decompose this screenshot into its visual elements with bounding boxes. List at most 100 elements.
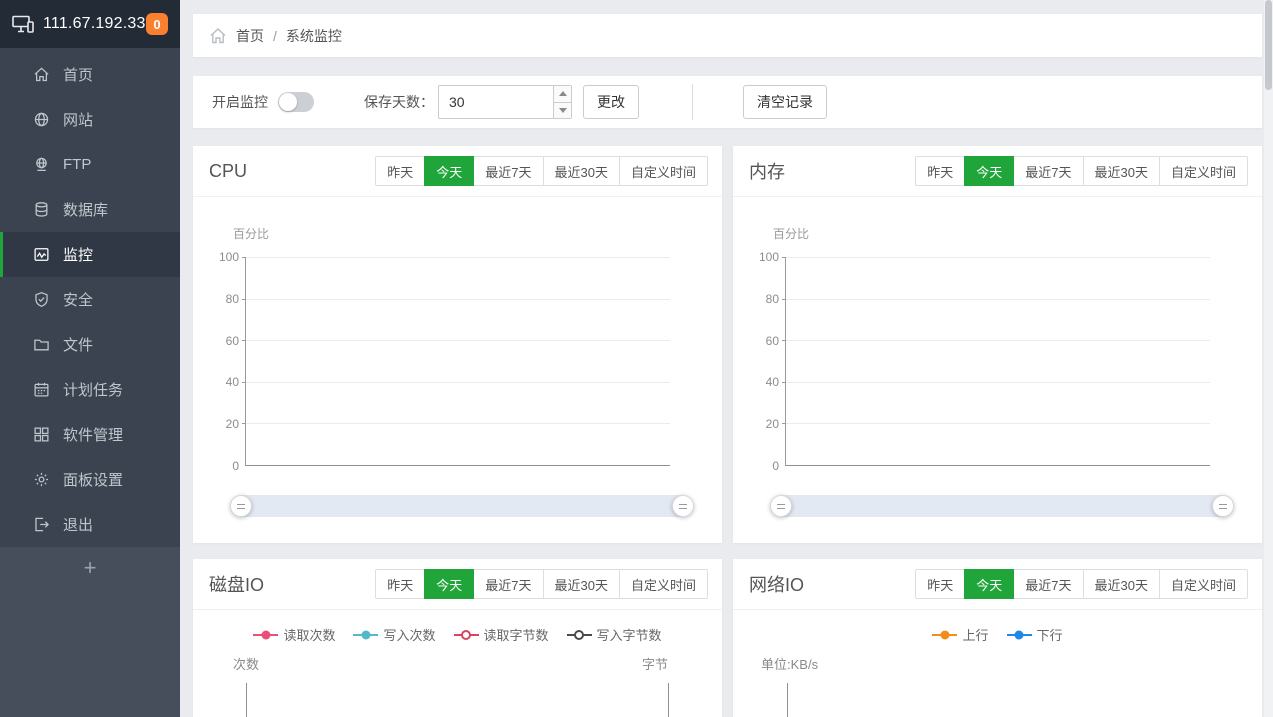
- apps-icon: [33, 426, 50, 443]
- sidebar-item-monitor[interactable]: 监控: [0, 232, 180, 277]
- sidebar-item-settings[interactable]: 面板设置: [0, 457, 180, 502]
- legend-item[interactable]: 写入字节数: [567, 625, 662, 644]
- cpu-chart: 百分比 100806040200: [193, 197, 722, 543]
- slider-handle-left[interactable]: [770, 495, 792, 517]
- calendar-icon: [33, 381, 50, 398]
- gridline: [786, 340, 1210, 341]
- monitor-toggle[interactable]: [278, 92, 314, 112]
- spinner-up-button[interactable]: [554, 86, 571, 103]
- sidebar: 111.67.192.33 0 首页网站 FTP 数据库监控安全文件计划任务软件管理…: [0, 0, 180, 717]
- time-range-button[interactable]: 自定义时间: [619, 569, 708, 599]
- cpu-card-header: CPU 昨天今天最近7天最近30天自定义时间: [193, 146, 722, 197]
- axis-tick: [242, 257, 246, 258]
- sidebar-item-logout[interactable]: 退出: [0, 502, 180, 547]
- sidebar-item-ftp[interactable]: FTP: [0, 142, 180, 187]
- sidebar-item-home[interactable]: 首页: [0, 52, 180, 97]
- axis-tick: [782, 423, 786, 424]
- page-scrollbar[interactable]: [1264, 0, 1273, 717]
- ftp-icon: [33, 156, 50, 173]
- disk-io-left-axis-line: [246, 683, 247, 717]
- legend-marker-icon: [932, 630, 957, 640]
- arrow-up-icon: [559, 91, 567, 96]
- axis-tick: [242, 423, 246, 424]
- arrow-down-icon: [559, 108, 567, 113]
- legend-label: 下行: [1037, 625, 1063, 644]
- legend-item[interactable]: 读取字节数: [454, 625, 549, 644]
- apply-button[interactable]: 更改: [583, 85, 639, 119]
- legend-item[interactable]: 上行: [932, 625, 988, 644]
- shield-icon: [33, 291, 50, 308]
- sidebar-item-website[interactable]: 网站: [0, 97, 180, 142]
- breadcrumb: 首页 / 系统监控: [193, 14, 1262, 57]
- logout-icon: [33, 516, 50, 533]
- memory-y-ticks: 100806040200: [745, 257, 779, 466]
- sidebar-item-label: 面板设置: [63, 469, 123, 490]
- gridline: [246, 382, 670, 383]
- server-header[interactable]: 111.67.192.33 0: [0, 0, 180, 48]
- clear-records-button[interactable]: 清空记录: [743, 85, 827, 119]
- time-range-button[interactable]: 自定义时间: [1159, 569, 1248, 599]
- time-range-button[interactable]: 最近7天: [473, 569, 543, 599]
- sidebar-item-software[interactable]: 软件管理: [0, 412, 180, 457]
- sidebar-item-label: FTP: [63, 156, 91, 173]
- network-io-card: 网络IO 昨天今天最近7天最近30天自定义时间 上行下行 单位:KB/s: [733, 559, 1262, 717]
- sidebar-item-security[interactable]: 安全: [0, 277, 180, 322]
- home-icon: [33, 66, 50, 83]
- legend-label: 写入次数: [383, 625, 435, 644]
- disk-io-right-axis-title: 字节: [642, 654, 668, 673]
- spinner-down-button[interactable]: [554, 103, 571, 119]
- time-range-button[interactable]: 昨天: [915, 569, 965, 599]
- slider-handle-left[interactable]: [230, 495, 252, 517]
- sidebar-item-database[interactable]: 数据库: [0, 187, 180, 232]
- slider-handle-right[interactable]: [1212, 495, 1234, 517]
- legend-item[interactable]: 写入次数: [353, 625, 435, 644]
- message-badge[interactable]: 0: [146, 13, 168, 35]
- gridline: [246, 299, 670, 300]
- memory-card-title: 内存: [749, 158, 785, 184]
- slider-handle-right[interactable]: [672, 495, 694, 517]
- time-range-button[interactable]: 昨天: [375, 569, 425, 599]
- network-io-left-axis-line: [787, 683, 788, 717]
- cpu-plot-area: [245, 257, 670, 466]
- time-range-button[interactable]: 今天: [424, 156, 474, 186]
- time-range-button[interactable]: 自定义时间: [619, 156, 708, 186]
- time-range-button[interactable]: 最近30天: [543, 569, 620, 599]
- time-range-button[interactable]: 昨天: [375, 156, 425, 186]
- scrollbar-thumb[interactable]: [1265, 0, 1272, 90]
- axis-tick: [242, 382, 246, 383]
- disk-io-chart: 读取次数写入次数读取字节数写入字节数 次数 字节: [193, 610, 722, 717]
- time-range-button[interactable]: 最近30天: [1083, 569, 1160, 599]
- cpu-zoom-slider[interactable]: [240, 495, 684, 517]
- sidebar-item-label: 退出: [63, 514, 93, 535]
- gridline: [786, 299, 1210, 300]
- time-range-button[interactable]: 昨天: [915, 156, 965, 186]
- cpu-y-axis-title: 百分比: [233, 225, 269, 242]
- legend-item[interactable]: 下行: [1007, 625, 1063, 644]
- time-range-button[interactable]: 最近7天: [473, 156, 543, 186]
- time-range-button[interactable]: 最近30天: [1083, 156, 1160, 186]
- time-range-button[interactable]: 今天: [424, 569, 474, 599]
- time-range-button[interactable]: 自定义时间: [1159, 156, 1248, 186]
- time-range-button[interactable]: 今天: [964, 156, 1014, 186]
- sidebar-item-files[interactable]: 文件: [0, 322, 180, 367]
- breadcrumb-home-link[interactable]: 首页: [236, 26, 264, 46]
- main-content: 首页 / 系统监控 开启监控 保存天数： 更改 清空记录 CPU 昨天今天最近7…: [180, 0, 1273, 717]
- axis-tick: [782, 299, 786, 300]
- disk-io-legend: 读取次数 写入次数读取字节数写入字节数: [193, 625, 722, 644]
- time-range-button[interactable]: 最近7天: [1013, 156, 1083, 186]
- add-menu-button[interactable]: +: [84, 557, 97, 717]
- toggle-knob: [279, 93, 297, 111]
- time-range-button[interactable]: 最近30天: [543, 156, 620, 186]
- memory-zoom-slider[interactable]: [780, 495, 1224, 517]
- time-range-button[interactable]: 最近7天: [1013, 569, 1083, 599]
- memory-plot-area: [785, 257, 1210, 466]
- sidebar-item-cron[interactable]: 计划任务: [0, 367, 180, 412]
- legend-item[interactable]: 读取次数: [253, 625, 335, 644]
- grip-icon: [1219, 504, 1227, 509]
- sidebar-menu: 首页网站 FTP 数据库监控安全文件计划任务软件管理面板设置退出: [0, 48, 180, 547]
- disk-io-card-header: 磁盘IO 昨天今天最近7天最近30天自定义时间: [193, 559, 722, 610]
- sidebar-item-label: 首页: [63, 64, 93, 85]
- save-days-input[interactable]: [438, 85, 572, 119]
- time-range-button[interactable]: 今天: [964, 569, 1014, 599]
- legend-marker-icon: [1007, 630, 1032, 640]
